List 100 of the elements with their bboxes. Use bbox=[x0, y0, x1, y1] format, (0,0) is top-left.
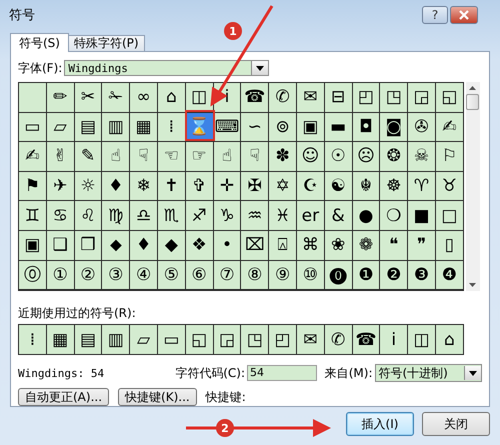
symbol-cell[interactable]: ❸ bbox=[408, 260, 435, 290]
recent-symbol-cell[interactable]: ▭ bbox=[158, 325, 185, 354]
close-dialog-button[interactable]: 关闭 bbox=[422, 412, 490, 436]
symbol-cell[interactable]: ☉ bbox=[324, 142, 352, 171]
symbol-cell[interactable] bbox=[19, 83, 46, 112]
symbol-cell[interactable]: ♊ bbox=[19, 201, 46, 230]
symbol-cell[interactable]: ◳ bbox=[380, 83, 408, 112]
font-dropdown[interactable]: Wingdings bbox=[64, 60, 270, 76]
symbol-cell[interactable]: ☼ bbox=[74, 172, 102, 200]
symbol-cell[interactable]: ✏ bbox=[46, 83, 74, 112]
shortcut-button[interactable]: 快捷键(K)... bbox=[118, 388, 197, 406]
symbol-cell[interactable]: ▦ bbox=[130, 112, 157, 142]
symbol-cell[interactable]: ⌂ bbox=[158, 83, 185, 112]
recent-symbol-cell[interactable]: ◫ bbox=[408, 325, 435, 354]
symbol-cell[interactable]: ⑨ bbox=[269, 260, 296, 290]
symbol-cell[interactable]: ▱ bbox=[46, 112, 74, 142]
scroll-thumb[interactable] bbox=[466, 94, 480, 110]
symbol-cell[interactable]: ⚑ bbox=[19, 172, 46, 200]
symbol-cell[interactable]: ☟ bbox=[241, 142, 268, 171]
symbol-cell[interactable]: ♎ bbox=[130, 201, 157, 230]
symbol-cell[interactable]: ✽ bbox=[269, 142, 296, 171]
symbol-cell[interactable]: ◙ bbox=[380, 112, 408, 142]
symbol-cell[interactable]: ♋ bbox=[46, 201, 74, 230]
symbol-cell[interactable]: ⊟ bbox=[324, 83, 352, 112]
symbol-cell[interactable]: ✌ bbox=[46, 142, 74, 171]
symbol-cell[interactable]: ▭ bbox=[19, 112, 46, 142]
symbol-cell[interactable]: ✎ bbox=[74, 142, 102, 171]
recent-symbol-cell[interactable]: ✉ bbox=[296, 325, 324, 354]
symbol-cell[interactable]: ⍓ bbox=[269, 230, 296, 260]
symbol-cell[interactable]: ✉ bbox=[296, 83, 324, 112]
symbol-cell[interactable]: ◫ bbox=[186, 83, 213, 112]
symbol-cell[interactable]: ⌘ bbox=[296, 230, 324, 260]
recent-symbol-cell[interactable]: ▱ bbox=[130, 325, 157, 354]
symbol-cell[interactable]: ❞ bbox=[408, 230, 435, 260]
recent-symbol-cell[interactable]: ◲ bbox=[214, 325, 240, 354]
recent-symbol-cell[interactable]: ▤ bbox=[74, 325, 102, 354]
symbol-cell[interactable]: □ bbox=[436, 201, 463, 230]
insert-button[interactable]: 插入(I) bbox=[346, 412, 414, 436]
symbol-cell[interactable]: ☪ bbox=[296, 172, 324, 200]
symbol-cell[interactable]: ▬ bbox=[324, 112, 352, 142]
symbol-cell[interactable]: ⁞ bbox=[158, 112, 185, 142]
symbol-cell[interactable]: ⌧ bbox=[241, 230, 268, 260]
symbol-cell[interactable]: ⓪ bbox=[19, 260, 46, 290]
symbol-cell[interactable]: ❹ bbox=[436, 260, 463, 290]
symbol-cell[interactable]: ☞ bbox=[186, 142, 213, 171]
symbol-cell[interactable]: ✁ bbox=[102, 83, 130, 112]
symbol-cell[interactable]: ❂ bbox=[380, 142, 408, 171]
symbol-cell[interactable]: ▯ bbox=[436, 230, 463, 260]
symbol-cell[interactable]: ❖ bbox=[186, 230, 213, 260]
symbol-cell[interactable]: ✍ bbox=[436, 112, 463, 142]
symbol-cell[interactable]: ☠ bbox=[408, 142, 435, 171]
symbol-cell[interactable]: ⑥ bbox=[186, 260, 213, 290]
symbol-cell[interactable]: ① bbox=[46, 260, 74, 290]
symbol-cell[interactable]: ✠ bbox=[241, 172, 268, 200]
symbol-cell[interactable]: • bbox=[214, 230, 240, 260]
symbol-cell[interactable]: ✈ bbox=[46, 172, 74, 200]
recent-symbol-cell[interactable]: ☎ bbox=[352, 325, 380, 354]
symbol-cell[interactable]: ❍ bbox=[380, 201, 408, 230]
symbol-cell[interactable]: ▣ bbox=[19, 230, 46, 260]
symbol-cell[interactable]: ◱ bbox=[436, 83, 463, 112]
recent-symbol-cell[interactable]: ✆ bbox=[324, 325, 352, 354]
symbol-cell[interactable]: ❁ bbox=[352, 230, 380, 260]
code-field[interactable]: 54 bbox=[247, 365, 317, 382]
from-dropdown[interactable]: 符号(十进制) bbox=[374, 364, 482, 382]
symbol-cell[interactable]: er bbox=[296, 201, 324, 230]
symbol-cell[interactable]: ◘ bbox=[352, 112, 380, 142]
symbol-cell[interactable]: ♉ bbox=[436, 172, 463, 200]
symbol-cell[interactable]: ☟ bbox=[130, 142, 157, 171]
symbol-cell[interactable]: ♈ bbox=[408, 172, 435, 200]
symbol-cell[interactable]: ⑧ bbox=[241, 260, 268, 290]
scroll-up-icon[interactable] bbox=[469, 86, 476, 90]
recent-symbol-cell[interactable]: ▦ bbox=[46, 325, 74, 354]
symbol-cell[interactable]: ☯ bbox=[324, 172, 352, 200]
symbol-cell[interactable]: ☸ bbox=[380, 172, 408, 200]
symbol-cell[interactable]: ③ bbox=[102, 260, 130, 290]
symbol-cell[interactable]: ☹ bbox=[352, 142, 380, 171]
close-button[interactable] bbox=[450, 6, 478, 24]
recent-symbol-cell[interactable]: ⅰ bbox=[380, 325, 408, 354]
symbol-cell[interactable]: ⌨ bbox=[214, 112, 240, 142]
symbol-cell[interactable]: ❑ bbox=[46, 230, 74, 260]
symbol-cell[interactable]: ♦ bbox=[102, 172, 130, 200]
symbol-cell[interactable]: ▣ bbox=[296, 112, 324, 142]
symbol-cell[interactable]: ✝ bbox=[158, 172, 185, 200]
recent-symbol-cell[interactable]: ◰ bbox=[269, 325, 296, 354]
symbol-cell[interactable]: ◲ bbox=[408, 83, 435, 112]
symbol-cell[interactable]: ▥ bbox=[102, 112, 130, 142]
tab[interactable]: 特殊字符(P) bbox=[68, 35, 145, 51]
symbol-cell[interactable]: ⑩ bbox=[296, 260, 324, 290]
symbol-cell[interactable]: ● bbox=[352, 201, 380, 230]
symbol-cell[interactable]: ✆ bbox=[269, 83, 296, 112]
symbol-cell[interactable]: ■ bbox=[408, 201, 435, 230]
symbol-cell[interactable]: ❀ bbox=[324, 230, 352, 260]
symbol-cell[interactable]: ✇ bbox=[408, 112, 435, 142]
recent-symbol-cell[interactable]: ▥ bbox=[102, 325, 130, 354]
symbol-cell[interactable]: & bbox=[324, 201, 352, 230]
symbol-cell[interactable]: ☜ bbox=[158, 142, 185, 171]
recent-symbol-cell[interactable]: ◱ bbox=[186, 325, 213, 354]
symbol-cell[interactable]: ❝ bbox=[380, 230, 408, 260]
symbol-cell[interactable]: ⚐ bbox=[436, 142, 463, 171]
symbol-cell[interactable]: ❄ bbox=[130, 172, 157, 200]
